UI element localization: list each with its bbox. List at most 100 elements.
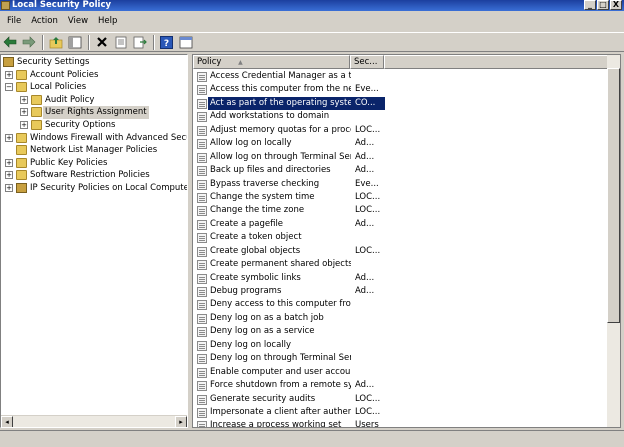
- policy-row[interactable]: Create a token object: [193, 231, 606, 244]
- policy-icon: [197, 300, 207, 311]
- list-header: Policy ▲ Sec...: [193, 55, 620, 69]
- list-vertical-scrollbar[interactable]: [607, 55, 620, 427]
- policy-row[interactable]: Create global objects LOC...: [193, 245, 606, 258]
- tree-node-label: Public Key Policies: [30, 157, 108, 168]
- menu-help[interactable]: Help: [93, 13, 122, 30]
- policy-row[interactable]: Deny log on through Terminal Ser...: [193, 352, 606, 365]
- policy-row[interactable]: Access Credential Manager as a tr...: [193, 70, 606, 83]
- tree-node[interactable]: + Public Key Policies: [1, 157, 187, 170]
- policy-name: Deny log on locally: [210, 339, 292, 350]
- policy-name: Force shutdown from a remote sy...: [210, 380, 351, 391]
- security-setting: CO...: [351, 96, 385, 111]
- policy-name: Allow log on through Terminal Ser...: [210, 151, 351, 162]
- policy-row[interactable]: Access this computer from the net... Eve.…: [193, 83, 606, 96]
- menu-action[interactable]: Action: [26, 13, 63, 30]
- show-hide-tree-icon[interactable]: [66, 34, 83, 51]
- policy-row[interactable]: Allow log on through Terminal Ser... Ad..…: [193, 151, 606, 164]
- scrollbar-thumb[interactable]: [607, 68, 620, 323]
- toolbar-separator: [153, 34, 155, 50]
- close-button[interactable]: X: [610, 0, 622, 10]
- tree-node[interactable]: + Security Options: [1, 119, 187, 132]
- tree-node[interactable]: Security Settings: [1, 56, 187, 69]
- expand-icon[interactable]: +: [20, 95, 28, 104]
- tree-node[interactable]: + IP Security Policies on Local Computer: [1, 182, 187, 195]
- policy-name: Create global objects: [210, 245, 301, 256]
- up-folder-icon[interactable]: [47, 34, 64, 51]
- policy-name: Debug programs: [210, 286, 282, 296]
- folder-icon: [31, 119, 42, 130]
- policy-row[interactable]: Create symbolic links Ad...: [193, 272, 606, 285]
- policy-name: Create symbolic links: [210, 272, 301, 283]
- policy-icon: [197, 98, 207, 109]
- help-icon[interactable]: ?: [158, 34, 175, 51]
- policy-row[interactable]: Force shutdown from a remote sy... Ad...: [193, 379, 606, 392]
- menu-bar: File Action View Help: [0, 13, 624, 30]
- export-list-icon[interactable]: [131, 34, 148, 51]
- policy-icon: [197, 152, 207, 163]
- policy-row[interactable]: Bypass traverse checking Eve...: [193, 178, 606, 191]
- collapse-icon[interactable]: −: [5, 83, 13, 92]
- policy-row[interactable]: Create permanent shared objects: [193, 258, 606, 271]
- policy-icon: [197, 139, 207, 150]
- expand-icon[interactable]: +: [5, 171, 13, 180]
- menu-view[interactable]: View: [63, 13, 93, 30]
- policy-icon: [197, 394, 207, 405]
- folder-icon: [31, 94, 42, 105]
- expand-icon[interactable]: +: [20, 108, 28, 117]
- policy-row[interactable]: Allow log on locally Ad...: [193, 137, 606, 150]
- policy-row[interactable]: Create a pagefile Ad...: [193, 218, 606, 231]
- policy-row[interactable]: Change the time zone LOC...: [193, 204, 606, 217]
- policy-row[interactable]: Enable computer and user accoun...: [193, 366, 606, 379]
- maximize-button[interactable]: □: [597, 0, 609, 10]
- tree-node[interactable]: − Local Policies: [1, 81, 187, 94]
- tree-node-label: IP Security Policies on Local Computer: [30, 182, 188, 193]
- delete-icon[interactable]: [93, 34, 110, 51]
- policy-row[interactable]: Generate security audits LOC...: [193, 393, 606, 406]
- policy-row[interactable]: Impersonate a client after authen... LOC.…: [193, 406, 606, 419]
- policy-icon: [197, 381, 207, 392]
- column-header-policy[interactable]: Policy ▲: [193, 55, 350, 69]
- scroll-left-arrow-icon[interactable]: ◂: [1, 416, 13, 427]
- security-setting: LOC...: [355, 191, 381, 202]
- expand-icon[interactable]: +: [5, 183, 13, 192]
- policy-row[interactable]: Change the system time LOC...: [193, 191, 606, 204]
- forward-icon[interactable]: [20, 34, 37, 51]
- tree-node[interactable]: Network List Manager Policies: [1, 144, 187, 157]
- expand-icon[interactable]: +: [20, 120, 28, 129]
- policy-row[interactable]: Deny log on as a service: [193, 325, 606, 338]
- policy-row[interactable]: Back up files and directories Ad...: [193, 164, 606, 177]
- tree-node[interactable]: + Windows Firewall with Advanced Security: [1, 132, 187, 145]
- policy-row[interactable]: Deny log on as a batch job: [193, 312, 606, 325]
- tree-node[interactable]: + Audit Policy: [1, 94, 187, 107]
- expand-icon[interactable]: +: [5, 133, 13, 142]
- security-setting: LOC...: [355, 393, 381, 404]
- policy-icon: [197, 421, 207, 427]
- policy-icon: [197, 125, 207, 136]
- security-setting: LOC...: [355, 245, 381, 256]
- properties-icon[interactable]: [112, 34, 129, 51]
- menu-file[interactable]: File: [2, 13, 26, 30]
- expand-icon[interactable]: +: [5, 70, 13, 79]
- tree-node[interactable]: + Software Restriction Policies: [1, 169, 187, 182]
- tree-node[interactable]: + User Rights Assignment: [1, 106, 187, 119]
- policy-row[interactable]: Deny log on locally: [193, 339, 606, 352]
- policy-row[interactable]: Deny access to this computer fro...: [193, 298, 606, 311]
- minimize-button[interactable]: _: [584, 0, 596, 10]
- scroll-right-arrow-icon[interactable]: ▸: [175, 416, 187, 427]
- policy-row[interactable]: Adjust memory quotas for a process LOC...: [193, 124, 606, 137]
- policy-row[interactable]: Add workstations to domain: [193, 110, 606, 123]
- expand-icon[interactable]: +: [5, 158, 13, 167]
- policy-name: Bypass traverse checking: [210, 178, 320, 189]
- toolbar-separator: [88, 34, 90, 50]
- folder-icon: [16, 132, 27, 143]
- policy-row[interactable]: Increase a process working set Users: [193, 419, 606, 427]
- security-setting: Ad...: [355, 165, 375, 176]
- column-header-security-setting[interactable]: Sec...: [350, 55, 384, 69]
- back-icon[interactable]: [1, 34, 18, 51]
- policy-row[interactable]: Debug programs Ad...: [193, 285, 606, 298]
- policy-row[interactable]: Act as part of the operating system CO...: [193, 96, 606, 111]
- policy-list-pane: Policy ▲ Sec... Access Credential Manage…: [192, 54, 621, 428]
- tree-horizontal-scrollbar[interactable]: ◂ ▸: [1, 415, 187, 427]
- console-icon[interactable]: [177, 34, 194, 51]
- tree-node[interactable]: + Account Policies: [1, 69, 187, 82]
